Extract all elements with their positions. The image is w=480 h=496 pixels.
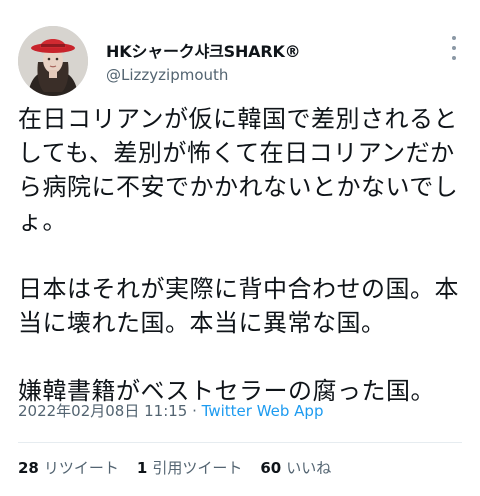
quotes-stat[interactable]: 1 引用ツイート (137, 457, 242, 478)
likes-count: 60 (260, 459, 282, 477)
author-handle[interactable]: @Lizzyzipmouth (106, 66, 228, 84)
divider (18, 442, 462, 443)
more-dot (452, 36, 456, 40)
retweets-stat[interactable]: 28 リツイート (18, 457, 119, 478)
more-dot (452, 46, 456, 50)
quotes-count: 1 (136, 459, 148, 477)
quotes-label: 引用ツイート (152, 459, 243, 477)
retweets-label: リツイート (43, 459, 119, 477)
author-display-name[interactable]: HKシャーク샤크SHARK® (106, 38, 301, 62)
likes-label: いいね (286, 459, 332, 477)
likes-stat[interactable]: 60 いいね (260, 457, 331, 478)
tweet-source-app[interactable]: Twitter Web App (202, 402, 324, 420)
more-vertical-icon[interactable] (446, 36, 462, 60)
avatar-image (18, 26, 88, 96)
tweet-meta: 2022年02月08日 11:15 · Twitter Web App (18, 400, 323, 421)
tweet-timestamp[interactable]: 2022年02月08日 11:15 (18, 402, 187, 420)
tweet-text: 在日コリアンが仮に韓国で差別されるとしても、差別が怖くて在日コリアンだから病院に… (18, 105, 459, 405)
meta-separator: · (187, 402, 202, 420)
tweet-stats: 28 リツイート 1 引用ツイート 60 いいね (18, 457, 349, 478)
retweets-count: 28 (18, 459, 39, 477)
more-dot (452, 56, 456, 60)
avatar[interactable] (18, 26, 88, 96)
